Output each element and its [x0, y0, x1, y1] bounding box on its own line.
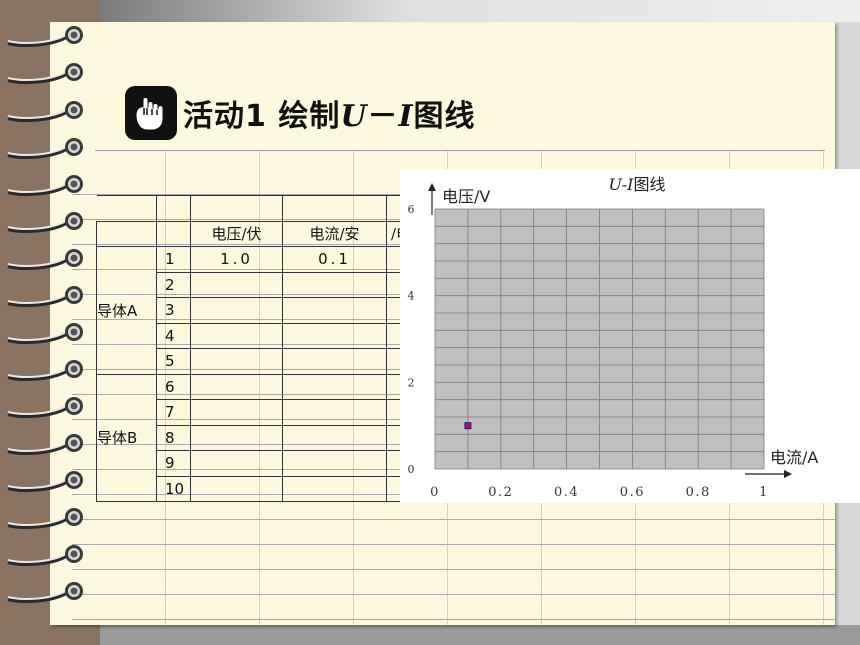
table-cell [156, 220, 191, 247]
voltage-cell [190, 373, 283, 400]
row-number: 3 [156, 297, 191, 324]
x-axis-arrowhead [784, 470, 792, 478]
current-cell: 0.1 [282, 246, 387, 273]
y-tick-label: 4 [408, 290, 415, 303]
row-number: 8 [156, 424, 191, 451]
table-row: 导体B 6 [96, 373, 427, 502]
title-dash: － [367, 99, 399, 134]
spiral-ring [4, 246, 86, 272]
spiral-ring [4, 23, 86, 49]
spiral-ring [4, 394, 86, 420]
chart-title: U-I图线 [609, 175, 666, 194]
spiral-ring [4, 542, 86, 568]
spiral-ring [4, 431, 86, 457]
row-number: 2 [156, 271, 191, 298]
current-cell [282, 271, 387, 298]
measurement-table: 电压/伏电流/安/电导体A11.00.12345导体B678910 [96, 195, 427, 502]
current-cell [282, 322, 387, 349]
spiral-ring [4, 320, 86, 346]
voltage-cell: 1.0 [190, 246, 283, 273]
current-header: 电流/安 [282, 220, 387, 247]
y-tick-label: 2 [408, 376, 415, 389]
table-row: 导体A 1 1.0 0.1 [96, 246, 427, 375]
voltage-cell [190, 424, 283, 451]
spiral-ring [4, 468, 86, 494]
voltage-cell [190, 399, 283, 426]
table-cell [190, 195, 283, 222]
row-number: 6 [156, 373, 191, 400]
spiral-ring [4, 209, 86, 235]
spiral-ring [4, 283, 86, 309]
ui-chart: U-I图线电压/V 电流/A 0 2 4 6 0 0.2 0.4 0.6 0.8 1 [408, 175, 819, 500]
x-tick-label: 0.4 [554, 485, 579, 500]
table-cell [282, 195, 387, 222]
x-tick-label: 0.2 [488, 485, 513, 500]
page-title: 活动1 绘制U－I图线 [125, 85, 476, 141]
spiral-ring [4, 505, 86, 531]
table-cell [156, 195, 191, 222]
row-number: 10 [156, 475, 191, 502]
table-cell [96, 220, 157, 247]
current-cell [282, 348, 387, 375]
x-tick-label: 0 [430, 485, 440, 500]
current-cell [282, 475, 387, 502]
voltage-cell [190, 322, 283, 349]
current-cell [282, 373, 387, 400]
y-tick-label: 0 [408, 463, 415, 476]
title-text: 活动1 绘制U－I图线 [183, 91, 476, 135]
current-cell [282, 297, 387, 324]
x-tick-label: 0.6 [620, 485, 645, 500]
title-var-u: U [340, 99, 368, 134]
y-axis-arrowhead [428, 183, 436, 191]
voltage-cell [190, 271, 283, 298]
data-point [464, 422, 472, 430]
spiral-ring [4, 60, 86, 86]
row-number: 4 [156, 322, 191, 349]
title-suffix: 图线 [413, 99, 476, 134]
ui-chart-panel: U-I图线电压/V 电流/A 0 2 4 6 0 0.2 0.4 0.6 0.8 1 [400, 169, 860, 503]
row-number: 7 [156, 399, 191, 426]
chart-title-suffix: 图线 [633, 175, 665, 194]
spiral-ring [4, 98, 86, 124]
spiral-ring [4, 357, 86, 383]
spiral-ring [4, 172, 86, 198]
title-prefix: 活动1 绘制 [183, 99, 341, 134]
spiral-ring [4, 579, 86, 605]
table-cell [96, 195, 157, 222]
current-cell [282, 399, 387, 426]
current-cell [282, 424, 387, 451]
background-frame-bottom [100, 625, 860, 645]
group-label: 导体A [96, 246, 157, 375]
current-cell [282, 450, 387, 477]
voltage-cell [190, 475, 283, 502]
ruled-header-line [95, 150, 825, 151]
table-blank-row [96, 195, 427, 222]
x-tick-label: 0.8 [686, 485, 711, 500]
title-var-i: I [398, 99, 414, 134]
voltage-cell [190, 450, 283, 477]
hand-pointing-icon [125, 86, 177, 140]
x-axis-label: 电流/A [770, 448, 818, 467]
y-axis-label: 电压/V [442, 187, 490, 206]
voltage-cell [190, 348, 283, 375]
chart-title-var: U-I [609, 175, 635, 194]
y-tick-label: 6 [408, 203, 415, 216]
voltage-header: 电压/伏 [190, 220, 283, 247]
spiral-ring [4, 135, 86, 161]
group-label: 导体B [96, 373, 157, 502]
row-number: 1 [156, 246, 191, 273]
table-header-row: 电压/伏电流/安/电 [96, 220, 427, 247]
x-tick-label: 1 [759, 485, 769, 500]
row-number: 9 [156, 450, 191, 477]
background-frame-top [100, 0, 860, 22]
voltage-cell [190, 297, 283, 324]
row-number: 5 [156, 348, 191, 375]
